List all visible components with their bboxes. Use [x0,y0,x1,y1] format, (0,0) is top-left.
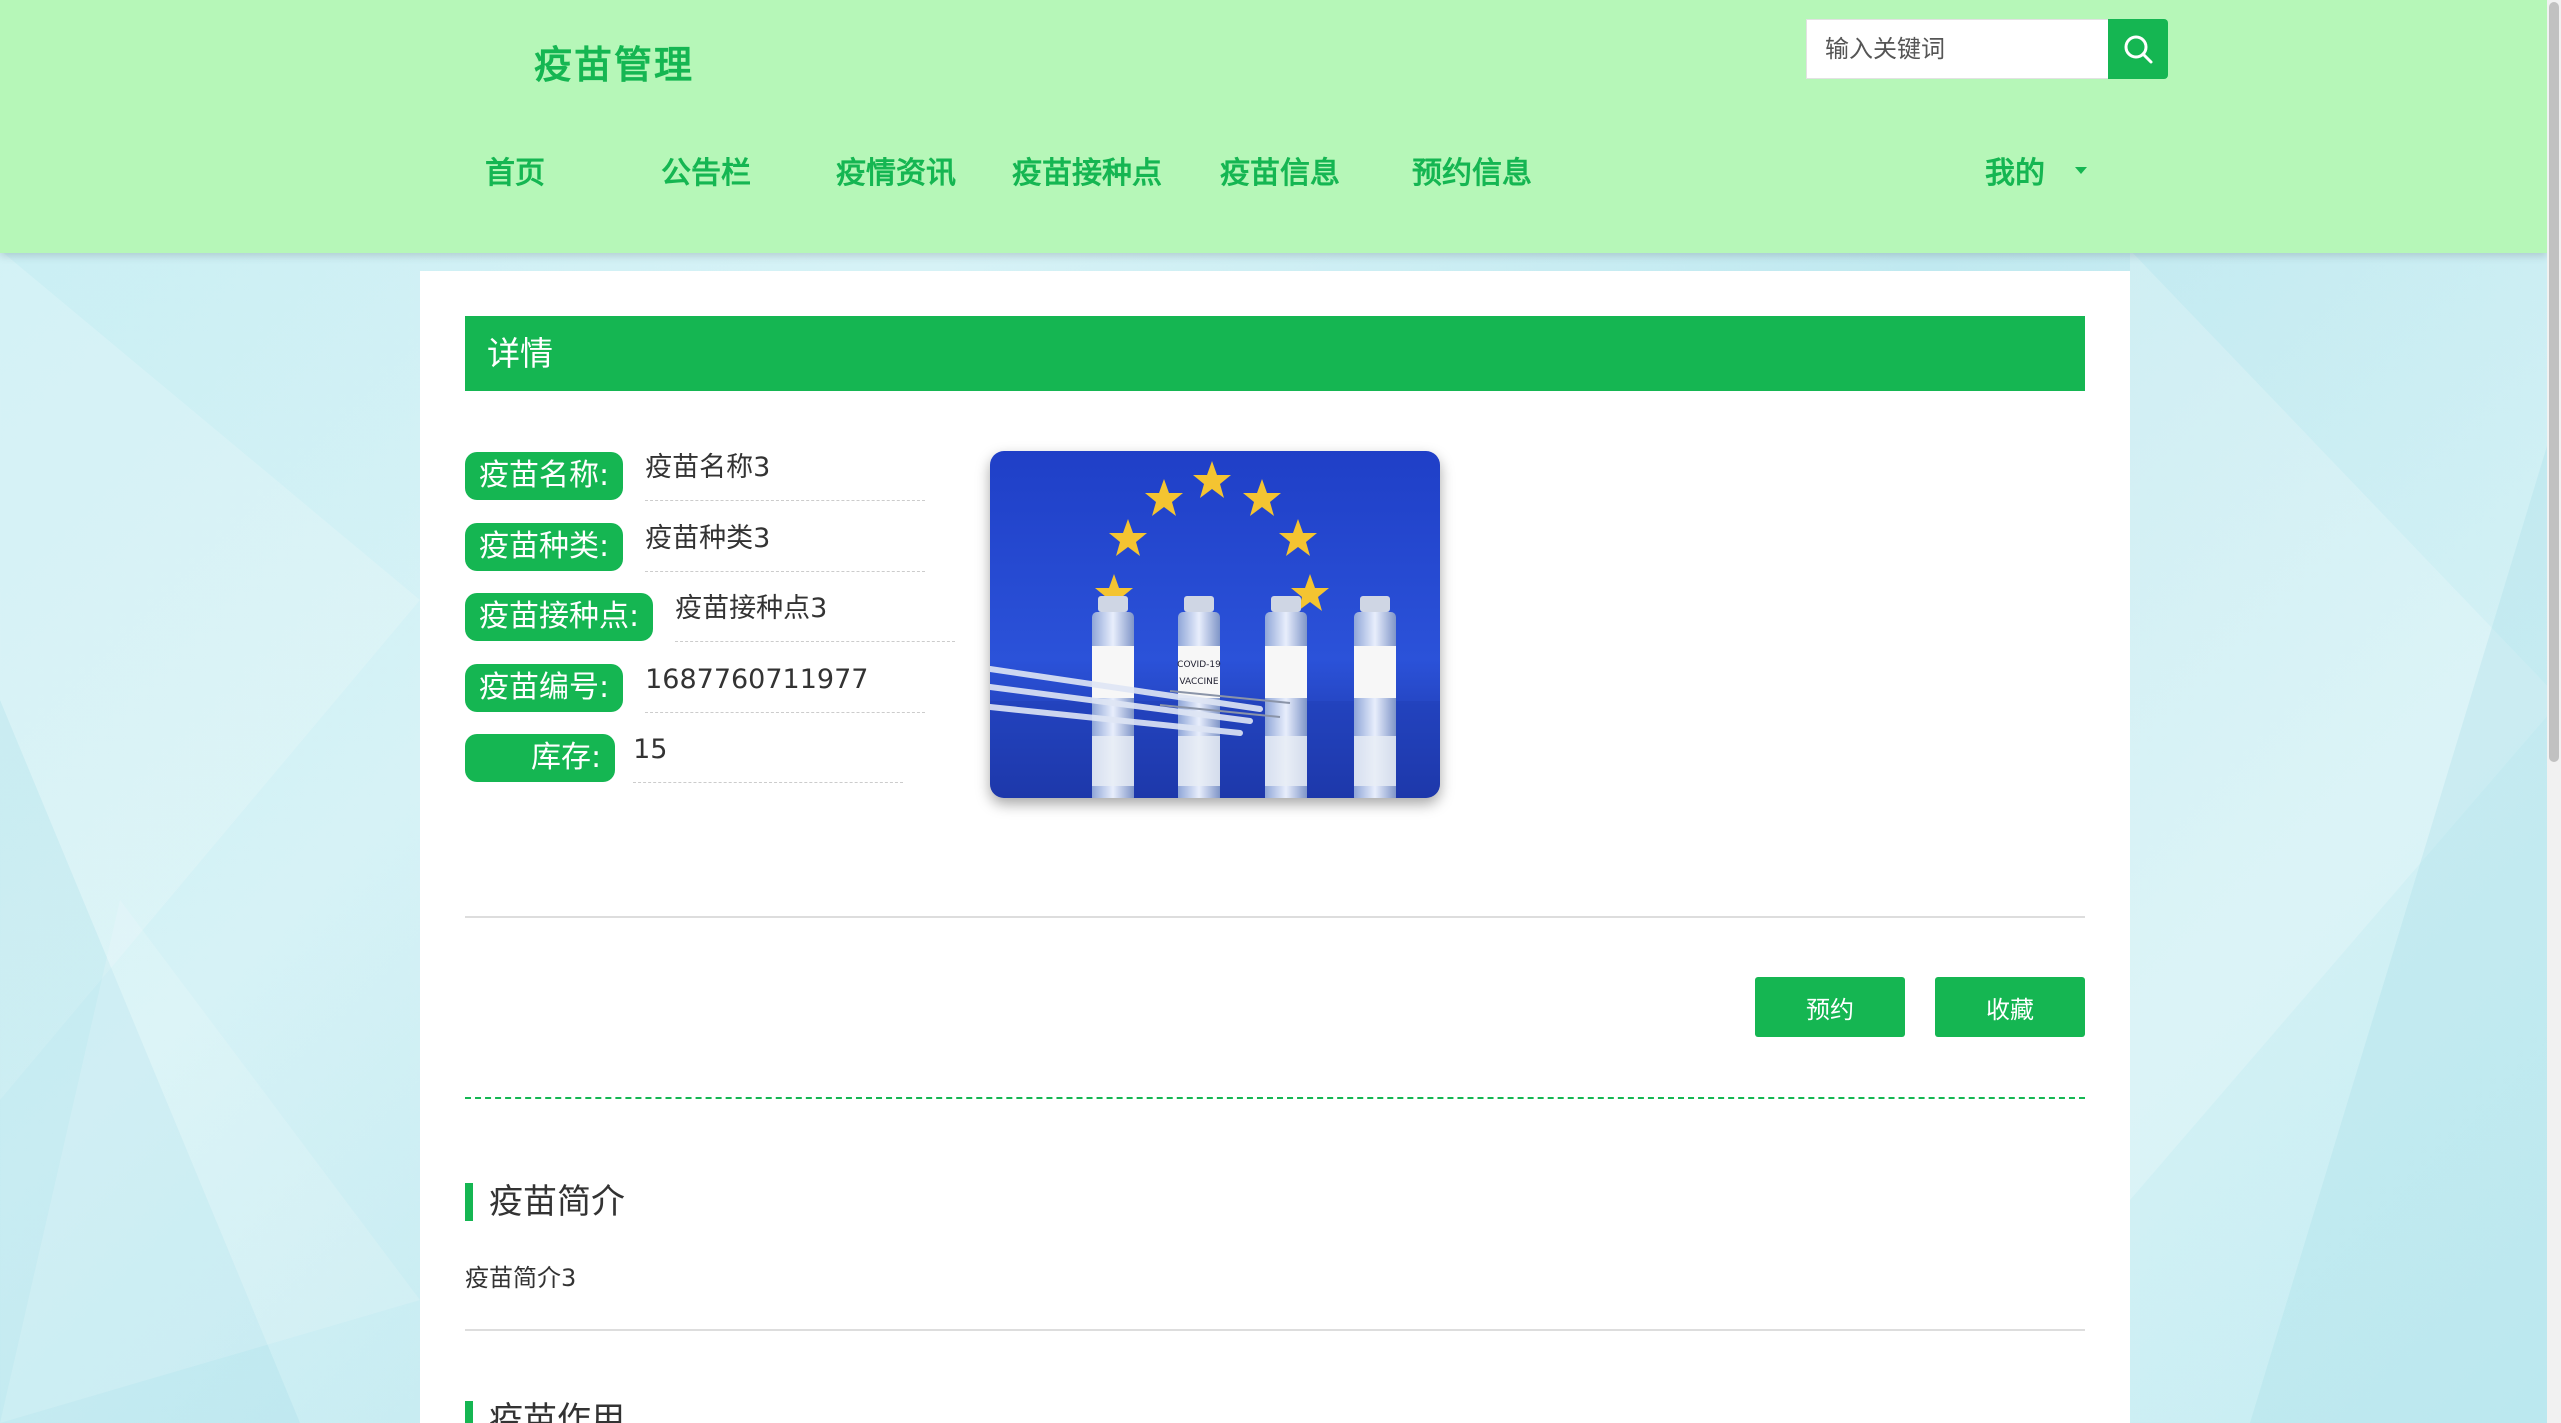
field-label: 疫苗接种点: [465,593,654,641]
field-label: 疫苗编号: [465,664,624,712]
section-divider [465,1329,2085,1331]
vial-label-covid: COVID-19 [1177,660,1221,670]
field-vaccination-site: 疫苗接种点: 疫苗接种点3 [465,592,956,642]
section-divider [465,916,2085,918]
detail-header: 详情 [465,316,2085,391]
nav-item-vaccination-sites[interactable]: 疫苗接种点 [1012,148,1162,192]
search-button[interactable] [2108,19,2168,79]
nav-item-home[interactable]: 首页 [485,148,545,192]
field-value: 疫苗种类3 [645,522,926,572]
scrollbar-thumb[interactable] [2549,2,2559,762]
main-nav: 首页 公告栏 疫情资讯 疫苗接种点 疫苗信息 预约信息 [0,148,2547,194]
search-bar [1806,19,2168,79]
top-header: 疫苗管理 首页 公告栏 疫情资讯 疫苗接种点 疫苗信息 预约信息 我的 [0,0,2547,253]
site-logo-title[interactable]: 疫苗管理 [534,34,694,89]
vial-label-vaccine: VACCINE [1179,677,1219,687]
field-value: 疫苗接种点3 [675,592,956,642]
vaccine-photo: COVID-19 VACCINE [990,451,1440,798]
search-icon [2124,35,2153,64]
field-label: 库存: [465,734,616,782]
detail-card: 详情 疫苗名称: 疫苗名称3 疫苗种类: 疫苗种类3 疫苗接种点: 疫苗接种点3… [420,271,2130,1423]
section-title-intro: 疫苗简介 [465,1183,625,1221]
nav-item-bulletin[interactable]: 公告栏 [661,148,751,192]
nav-item-mine-dropdown[interactable]: 我的 [1985,148,2087,192]
field-vaccine-type: 疫苗种类: 疫苗种类3 [465,522,926,572]
dashed-divider [465,1097,2085,1099]
field-label: 疫苗种类: [465,523,624,571]
field-value: 疫苗名称3 [645,451,926,501]
nav-item-epidemic-news[interactable]: 疫情资讯 [836,148,956,192]
favorite-button[interactable]: 收藏 [1935,977,2085,1037]
field-value: 1687760711977 [645,663,926,713]
caret-down-icon [2075,166,2087,174]
field-vaccine-name: 疫苗名称: 疫苗名称3 [465,451,926,501]
search-input[interactable] [1806,19,2108,79]
section-text-intro: 疫苗简介3 [465,1264,577,1292]
nav-mine-label: 我的 [1985,156,2045,191]
nav-item-appointments[interactable]: 预约信息 [1412,148,1532,192]
nav-item-vaccine-info[interactable]: 疫苗信息 [1220,148,1340,192]
field-vaccine-number: 疫苗编号: 1687760711977 [465,663,926,713]
page-scrollbar[interactable] [2547,0,2561,1423]
field-value: 15 [633,733,904,783]
book-button[interactable]: 预约 [1755,977,1905,1037]
field-stock: 库存: 15 [465,733,904,783]
field-label: 疫苗名称: [465,452,624,500]
section-title-effect: 疫苗作用 [465,1401,625,1423]
